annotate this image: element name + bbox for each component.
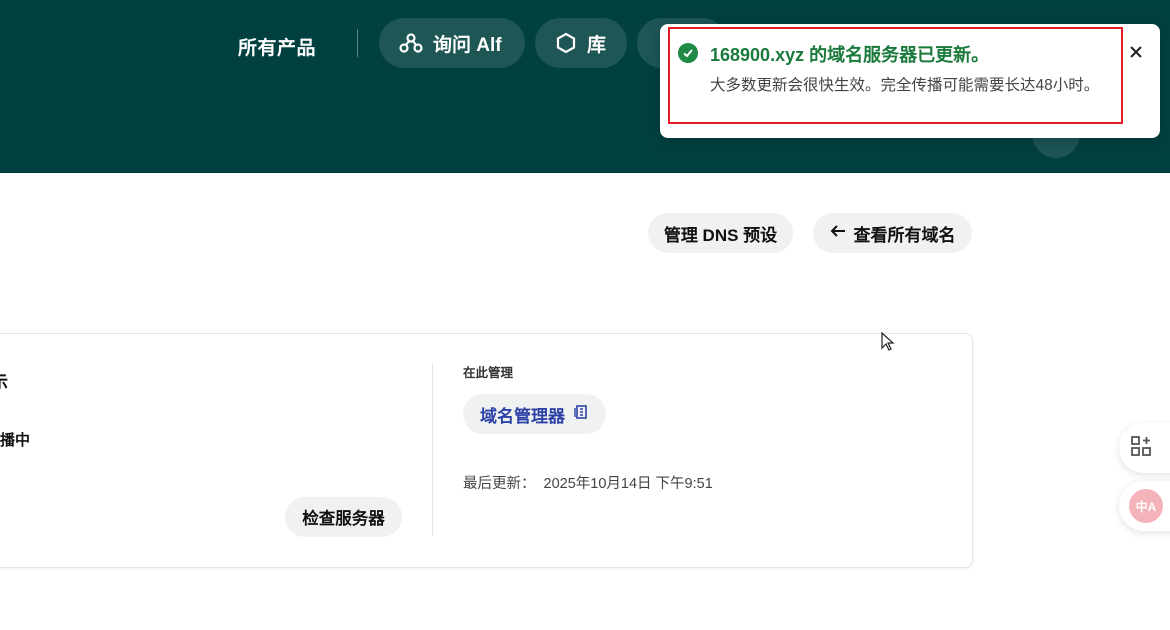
close-icon[interactable] [1126, 42, 1146, 62]
card-divider [432, 364, 433, 536]
success-toast: 168900.xyz 的域名服务器已更新。 大多数更新会很快生效。完全传播可能需… [660, 24, 1160, 138]
header-divider [357, 29, 358, 57]
alf-icon [399, 32, 423, 54]
ask-alf-button[interactable]: 询问 Alf [379, 18, 525, 68]
translate-icon: 中A [1129, 489, 1163, 523]
check-circle-icon [678, 43, 698, 63]
library-button[interactable]: 库 [535, 18, 627, 68]
manage-here-label: 在此管理 [463, 366, 514, 380]
hexagon-icon [555, 32, 577, 54]
last-updated-label: 最后更新： [463, 476, 536, 492]
last-updated-value: 2025年10月14日 下午9:51 [543, 476, 713, 492]
check-servers-button[interactable]: 检查服务器 [285, 497, 402, 537]
grid-plus-icon [1129, 434, 1153, 463]
apps-grid-button[interactable] [1119, 423, 1170, 473]
toast-title: 168900.xyz 的域名服务器已更新。 [710, 45, 990, 65]
library-label: 库 [587, 34, 607, 56]
domain-manager-button[interactable]: 域名管理器 [463, 394, 606, 434]
last-updated: 最后更新： 2025年10月14日 下午9:51 [463, 472, 713, 493]
card-left-title-fragment: 示 [0, 368, 8, 393]
view-all-domains-button[interactable]: 查看所有域名 [813, 213, 972, 253]
domain-manager-label: 域名管理器 [480, 406, 565, 426]
view-all-label: 查看所有域名 [853, 225, 956, 245]
external-link-icon [573, 404, 589, 425]
manage-dns-presets-button[interactable]: 管理 DNS 预设 [648, 213, 793, 253]
card-left-status-fragment: 播中 [0, 432, 31, 449]
translate-button[interactable]: 中A [1119, 481, 1170, 531]
arrow-left-icon [830, 223, 846, 243]
all-products-link[interactable]: 所有产品 [238, 33, 316, 60]
mouse-cursor-icon [881, 331, 895, 357]
manage-dns-label: 管理 DNS 预设 [663, 225, 778, 245]
ask-alf-label: 询问 Alf [433, 34, 502, 56]
check-servers-label: 检查服务器 [302, 510, 385, 528]
toast-message: 大多数更新会很快生效。完全传播可能需要长达48小时。 [710, 77, 1100, 94]
